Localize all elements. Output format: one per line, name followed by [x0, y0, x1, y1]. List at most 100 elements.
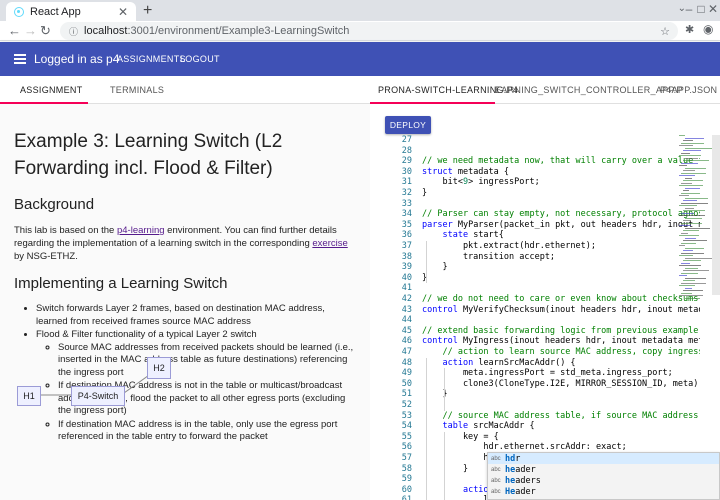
tab-assignment[interactable]: ASSIGNMENT	[20, 85, 83, 95]
code-line[interactable]: 46 control MyIngress(inout headers hdr, i…	[390, 336, 700, 347]
indent-guide	[444, 368, 445, 411]
line-number: 38	[401, 251, 412, 262]
bg-text-3: by NSG-ETHZ.	[14, 251, 78, 262]
code-line[interactable]: 54 table srcMacAddr {	[390, 421, 700, 432]
code-line[interactable]: 41	[390, 283, 700, 294]
background-heading: Background	[14, 196, 95, 213]
reload-icon[interactable]: ↻	[40, 23, 51, 38]
browser-tab[interactable]: React App ✕	[6, 2, 136, 21]
code-line[interactable]: 48 action learnSrcMacAddr() {	[390, 358, 700, 369]
assignments-link[interactable]: ASSIGNMENTS	[117, 54, 186, 64]
minimap-line	[679, 265, 701, 266]
new-tab-icon[interactable]: +	[143, 2, 152, 20]
code-line[interactable]: 37 pkt.extract(hdr.ethernet);	[390, 241, 700, 252]
autocomplete-item[interactable]: abc Header	[488, 486, 719, 497]
minimap-line	[683, 140, 693, 141]
code-line[interactable]: 45 // extend basic forwarding logic from …	[390, 326, 700, 337]
code-line[interactable]: 50 clone3(CloneType.I2E, MIRROR_SESSION_…	[390, 379, 700, 390]
autocomplete-label: headers	[505, 475, 541, 486]
code-text: action learnSrcMacAddr() {	[442, 357, 576, 368]
menu-icon[interactable]	[14, 54, 26, 64]
p4-learning-link[interactable]: p4-learning	[117, 225, 165, 236]
word-icon: abc	[491, 477, 501, 484]
code-line[interactable]: 33	[390, 199, 700, 210]
extensions-icon[interactable]: ✱	[685, 23, 694, 38]
code-text: // extend basic forwarding logic from pr…	[422, 325, 699, 336]
code-editor-pane: DEPLOY 27 28 29 // we need metadata now, th…	[370, 104, 720, 500]
code-line[interactable]: 52	[390, 400, 700, 411]
back-icon[interactable]: ←	[8, 23, 21, 38]
line-number: 49	[401, 368, 412, 379]
maximize-icon[interactable]: □	[696, 3, 706, 15]
background-paragraph: This lab is based on the p4-learning env…	[14, 224, 356, 263]
line-number: 47	[401, 347, 412, 357]
code-line[interactable]: 47 // action to learn source MAC address…	[390, 347, 700, 358]
window-close-icon[interactable]: ✕	[708, 3, 718, 15]
code-line[interactable]: 31 bit<9> ingressPort;	[390, 177, 700, 188]
forward-icon[interactable]: →	[24, 23, 37, 38]
word-icon: abc	[491, 488, 501, 495]
code-line[interactable]: 29 // we need metadata now, that will car…	[390, 156, 700, 167]
code-text: state start{	[442, 230, 504, 241]
profile-icon[interactable]: ◉	[703, 22, 713, 37]
autocomplete-widget[interactable]: abc hdr abc header abc headers abc Header	[487, 452, 720, 500]
info-icon[interactable]: ⓘ	[69, 25, 78, 38]
code-line[interactable]: 39 }	[390, 262, 700, 273]
autocomplete-item[interactable]: abc header	[488, 464, 719, 475]
exercise-link[interactable]: exercise	[312, 238, 347, 249]
code-text: // source MAC address table, if source M…	[442, 410, 700, 421]
code-editor[interactable]: 27 28 29 // we need metadata now, that will…	[390, 135, 700, 500]
code-line[interactable]: 53 // source MAC address table, if sourc…	[390, 411, 700, 422]
code-text: hd	[422, 453, 495, 463]
autocomplete-item[interactable]: abc headers	[488, 475, 719, 486]
tab-terminals[interactable]: TERMINALS	[110, 85, 164, 95]
line-number: 51	[401, 389, 412, 400]
list-item: Switch forwards Layer 2 frames, based on…	[36, 303, 356, 328]
code-line[interactable]: 32}	[390, 188, 700, 199]
deploy-button[interactable]: DEPLOY	[385, 116, 431, 134]
minimap-line	[681, 142, 704, 144]
code-line[interactable]: 40}	[390, 273, 700, 284]
minimap-line	[681, 192, 700, 194]
minimap-line	[685, 227, 710, 229]
autocomplete-label: hdr	[505, 453, 521, 464]
list-item-text: Flood & Filter functionality of a typica…	[36, 329, 257, 340]
line-number: 45	[401, 325, 412, 336]
tabs-row: ASSIGNMENT TERMINALS PRONA-SWITCH-LEARNI…	[0, 76, 720, 104]
code-line[interactable]: 49 meta.ingressPort = std_meta.ingress_p…	[390, 368, 700, 379]
code-text: table srcMacAddr {	[442, 421, 535, 432]
code-line[interactable]: 38 transition accept;	[390, 252, 700, 263]
minimize-icon[interactable]: –	[684, 3, 694, 15]
logout-link[interactable]: LOGOUT	[180, 54, 220, 64]
code-line[interactable]: 36 state start{	[390, 230, 700, 241]
code-line[interactable]: 34 // Parser can stay empty, not necessar…	[390, 209, 700, 220]
star-icon[interactable]: ☆	[660, 25, 670, 38]
code-line[interactable]: 43 control MyVerifyChecksum(inout headers…	[390, 305, 700, 316]
minimap-line	[685, 147, 712, 149]
code-line[interactable]: 30 struct metadata {	[390, 167, 700, 178]
line-number: 30	[401, 166, 412, 177]
code-line[interactable]: 44	[390, 315, 700, 326]
minimap-line	[683, 260, 701, 261]
code-line[interactable]: 42 // we do not need to care or even know…	[390, 294, 700, 305]
code-line[interactable]: 35 parser MyParser(packet_in pkt, out hea…	[390, 220, 700, 231]
minimap-line	[681, 222, 702, 224]
line-number: 37	[401, 241, 412, 251]
code-text: action	[462, 484, 494, 495]
address-bar[interactable]: ⓘ localhost:3001/environment/Example3-Le…	[60, 22, 678, 40]
browser-tab-title: React App	[30, 5, 81, 18]
tab-p4app-json[interactable]: P4APP.JSON	[660, 85, 717, 95]
tab-controller-app[interactable]: EARNING_SWITCH_CONTROLLER_APP.P	[495, 85, 683, 95]
editor-scrollbar[interactable]	[712, 135, 720, 295]
code-line[interactable]: 55 key = {	[390, 432, 700, 443]
code-line[interactable]: 28	[390, 146, 700, 157]
code-text: }	[422, 463, 469, 474]
minimap-line	[679, 155, 701, 156]
word-icon: abc	[491, 466, 501, 473]
close-icon[interactable]: ✕	[118, 5, 128, 19]
code-line[interactable]: 27	[390, 135, 700, 146]
topology-diagram: H2 H1 P4-Switch	[14, 353, 214, 406]
code-line[interactable]: 51 }	[390, 389, 700, 400]
app-bar: Logged in as p4 ASSIGNMENTS LOGOUT	[0, 42, 720, 76]
autocomplete-item[interactable]: abc hdr	[488, 453, 719, 464]
